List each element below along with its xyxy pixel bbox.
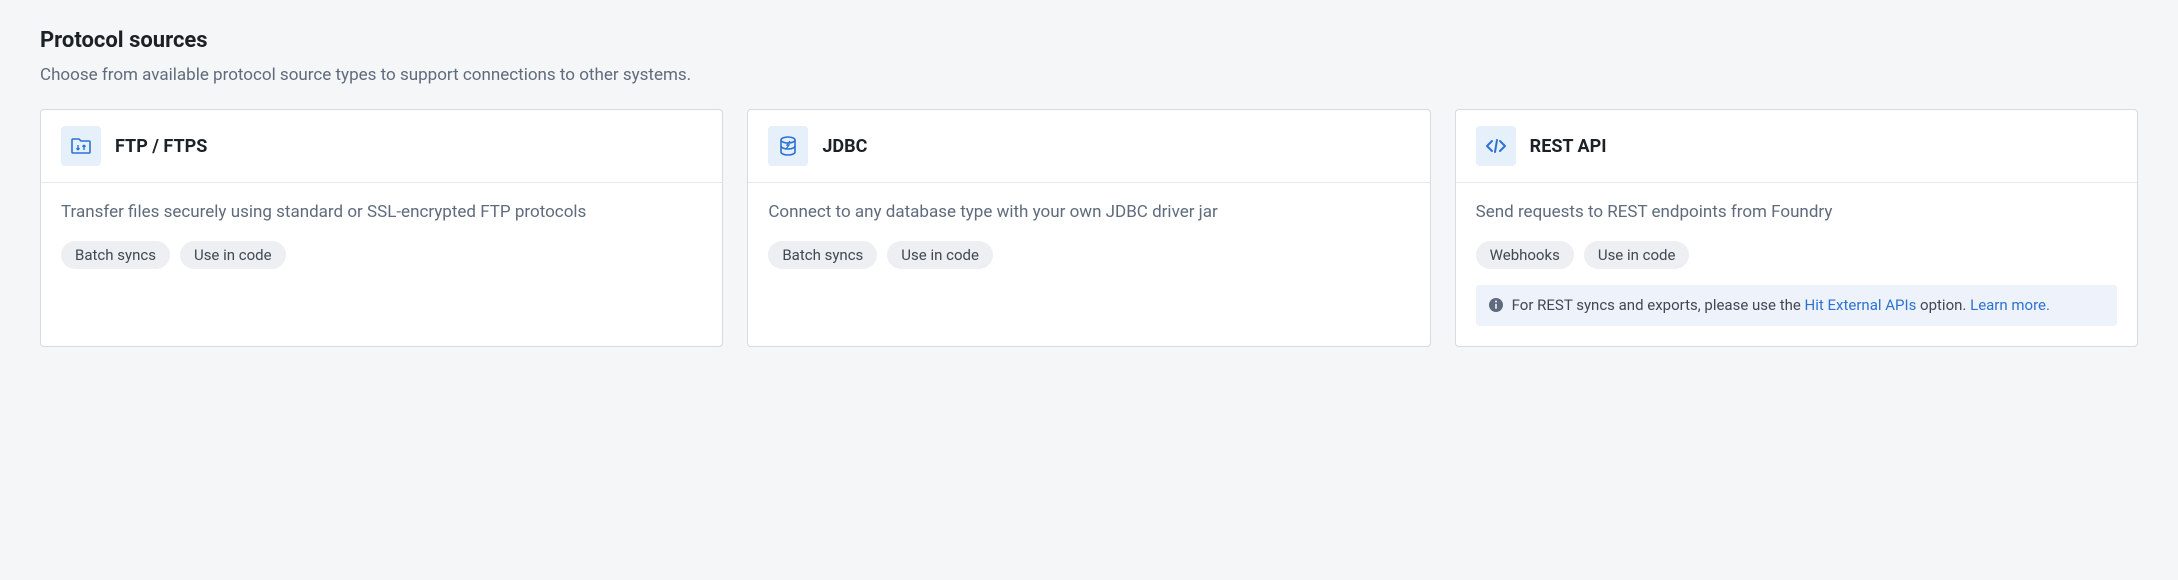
card-body: Connect to any database type with your o… <box>748 183 1429 346</box>
learn-more-link[interactable]: Learn more. <box>1970 296 2050 314</box>
info-icon <box>1488 297 1504 313</box>
section-title: Protocol sources <box>40 28 2138 53</box>
section-subtitle: Choose from available protocol source ty… <box>40 65 2138 85</box>
database-icon <box>768 126 808 166</box>
source-card-rest-api[interactable]: REST API Send requests to REST endpoints… <box>1455 109 2138 347</box>
folder-transfer-icon <box>61 126 101 166</box>
card-description: Connect to any database type with your o… <box>768 201 1409 225</box>
tag-batch-syncs: Batch syncs <box>61 241 170 269</box>
card-header: REST API <box>1456 110 2137 183</box>
hit-external-apis-link[interactable]: Hit External APIs <box>1805 296 1917 314</box>
tag-use-in-code: Use in code <box>180 241 286 269</box>
info-middle: option. <box>1916 296 1970 314</box>
card-tags: Batch syncs Use in code <box>61 241 702 269</box>
card-description: Transfer files securely using standard o… <box>61 201 702 225</box>
tag-use-in-code: Use in code <box>1584 241 1690 269</box>
tag-use-in-code: Use in code <box>887 241 993 269</box>
card-header: JDBC <box>748 110 1429 183</box>
card-description: Send requests to REST endpoints from Fou… <box>1476 201 2117 225</box>
card-header: FTP / FTPS <box>41 110 722 183</box>
info-callout: For REST syncs and exports, please use t… <box>1476 285 2117 326</box>
tag-webhooks: Webhooks <box>1476 241 1574 269</box>
card-tags: Webhooks Use in code <box>1476 241 2117 269</box>
card-title: REST API <box>1530 136 1607 157</box>
card-title: FTP / FTPS <box>115 136 207 157</box>
cards-row: FTP / FTPS Transfer files securely using… <box>40 109 2138 347</box>
tag-batch-syncs: Batch syncs <box>768 241 877 269</box>
info-prefix: For REST syncs and exports, please use t… <box>1512 296 1805 314</box>
source-card-ftp[interactable]: FTP / FTPS Transfer files securely using… <box>40 109 723 347</box>
info-text: For REST syncs and exports, please use t… <box>1512 295 2105 316</box>
card-body: Send requests to REST endpoints from Fou… <box>1456 183 2137 346</box>
source-card-jdbc[interactable]: JDBC Connect to any database type with y… <box>747 109 1430 347</box>
code-icon <box>1476 126 1516 166</box>
card-tags: Batch syncs Use in code <box>768 241 1409 269</box>
card-body: Transfer files securely using standard o… <box>41 183 722 346</box>
card-title: JDBC <box>822 136 867 157</box>
